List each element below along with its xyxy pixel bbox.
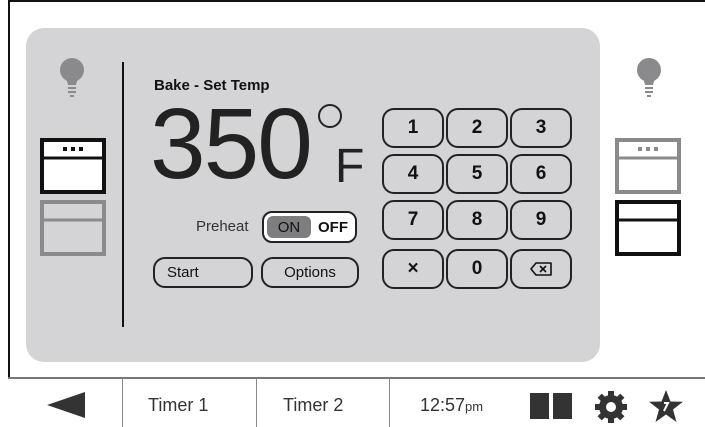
keypad-key-0[interactable]: 0	[446, 249, 508, 289]
bottom-bar-border	[8, 377, 705, 379]
bottom-bar-divider	[122, 378, 123, 427]
oven-upper-icon[interactable]	[615, 138, 681, 194]
split-view-icon[interactable]	[530, 393, 572, 419]
main-panel	[26, 28, 600, 362]
degree-symbol	[318, 104, 342, 128]
back-arrow-icon[interactable]	[47, 392, 85, 418]
temperature-unit: F	[335, 140, 365, 193]
frame-left-edge	[8, 0, 10, 377]
light-bulb-icon[interactable]	[634, 57, 664, 99]
oven-upper-icon[interactable]	[40, 138, 106, 194]
preheat-toggle-on[interactable]: ON	[267, 216, 311, 238]
keypad-key-clear[interactable]: ×	[382, 249, 444, 289]
preheat-toggle[interactable]: ON OFF	[262, 211, 357, 243]
start-button[interactable]: Start	[153, 257, 253, 288]
options-button[interactable]: Options	[261, 257, 359, 288]
bottom-bar-divider	[389, 378, 390, 427]
bottom-bar-divider	[256, 378, 257, 427]
oven-lower-icon[interactable]	[615, 200, 681, 256]
keypad-key-5[interactable]: 5	[446, 154, 508, 194]
keypad-key-7[interactable]: 7	[382, 200, 444, 240]
favorites-star-icon[interactable]	[648, 389, 684, 423]
preheat-toggle-off[interactable]: OFF	[311, 213, 355, 241]
timer-2-button[interactable]: Timer 2	[283, 395, 343, 416]
preheat-label: Preheat	[196, 218, 249, 235]
keypad-key-4[interactable]: 4	[382, 154, 444, 194]
clock-display: 12:57pm	[420, 395, 483, 416]
timer-1-button[interactable]: Timer 1	[148, 395, 208, 416]
keypad-key-9[interactable]: 9	[510, 200, 572, 240]
keypad-backspace-button[interactable]	[510, 249, 572, 289]
keypad-key-3[interactable]: 3	[510, 108, 572, 148]
oven-lower-icon[interactable]	[40, 200, 106, 256]
frame-top	[8, 0, 705, 14]
light-bulb-icon[interactable]	[57, 57, 87, 99]
keypad-key-1[interactable]: 1	[382, 108, 444, 148]
clock-time: 12:57	[420, 395, 466, 415]
clock-suffix: pm	[465, 399, 484, 414]
keypad-key-8[interactable]: 8	[446, 200, 508, 240]
keypad-key-2[interactable]: 2	[446, 108, 508, 148]
vertical-divider	[122, 62, 124, 327]
gear-icon[interactable]	[594, 390, 628, 424]
temperature-value: 350	[150, 88, 313, 200]
keypad-key-6[interactable]: 6	[510, 154, 572, 194]
backspace-icon	[530, 262, 552, 276]
